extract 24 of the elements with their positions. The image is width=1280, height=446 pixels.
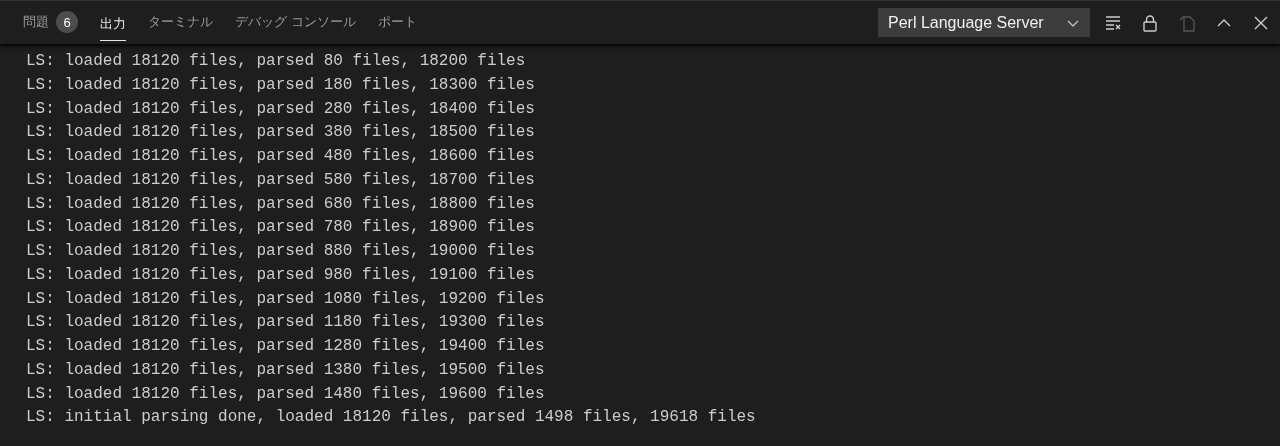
output-line: LS: loaded 18120 files, parsed 1080 files, 19200 files xyxy=(26,288,546,310)
clear-output-icon[interactable] xyxy=(1104,13,1122,32)
output-line: LS: loaded 18120 files, parsed 480 files, 18600 files xyxy=(26,146,536,167)
output-line: LS: loaded 18120 files, parsed 1180 files, 19300 files xyxy=(26,312,546,334)
lock-icon[interactable] xyxy=(1141,13,1159,32)
panel-tab[interactable]: 問題 6 xyxy=(14,1,87,44)
output-line: LS: loaded 18120 files, parsed 180 files, 18300 files xyxy=(26,74,536,96)
output-line: LS: loaded 18120 files, parsed 1280 files, 19400 files xyxy=(26,336,546,357)
output-line: LS: loaded 18120 files, parsed 1480 files, 19600 files xyxy=(26,383,546,405)
output-line: LS: loaded 18120 files, parsed 80 files, 18200 files xyxy=(26,51,527,72)
output-line: LS: loaded 18120 files, parsed 580 files, 18700 files xyxy=(26,169,536,191)
panel-tab[interactable]: 出力 xyxy=(91,1,135,44)
panel-tab[interactable]: デバッグ コンソール xyxy=(226,1,365,44)
output-line: LS: loaded 18120 files, parsed 280 files, 18400 files xyxy=(26,98,536,120)
output-line: LS: loaded 18120 files, parsed 1380 files, 19500 files xyxy=(26,359,546,381)
channel-dropdown[interactable]: Perl Language Server xyxy=(878,8,1090,37)
output-line: LS: loaded 18120 files, parsed 380 files, 18500 files xyxy=(26,122,536,144)
output-line: LS: loaded 18120 files, parsed 980 files, 19100 files xyxy=(26,264,536,286)
output-line: LS: loaded 18120 files, parsed 680 files, 18800 files xyxy=(26,193,536,215)
panel-tab[interactable]: ターミナル xyxy=(139,1,222,44)
output-line: LS: loaded 18120 files, parsed 780 files, 18900 files xyxy=(26,217,536,239)
output-line: LS: loaded 18120 files, parsed 880 files, 19000 files xyxy=(26,241,536,262)
panel-tab[interactable]: ポート xyxy=(368,1,426,44)
output-line: LS: initial parsing done, loaded 18120 files, parsed 1498 files, 19618 files xyxy=(26,407,757,429)
